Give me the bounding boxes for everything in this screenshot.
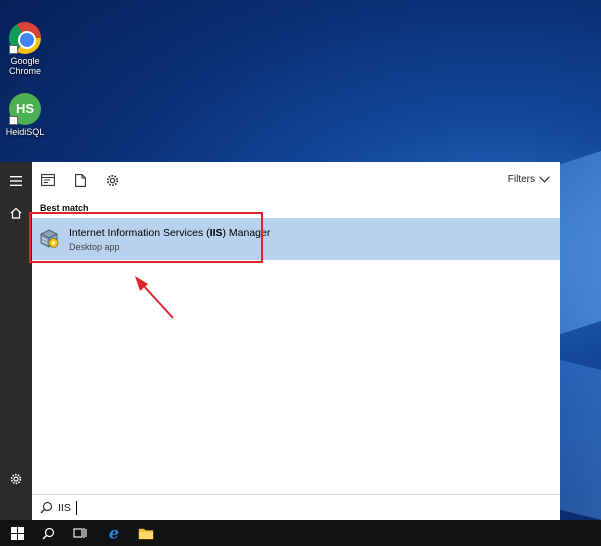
heidisql-icon: HS (9, 93, 41, 125)
apps-icon[interactable] (40, 172, 56, 188)
settings-icon[interactable] (0, 464, 32, 494)
chrome-icon (9, 22, 41, 54)
home-icon[interactable] (0, 198, 32, 228)
shortcut-arrow-icon (9, 116, 18, 125)
search-toolbar: Filters (32, 162, 560, 198)
start-menu-rail (0, 162, 32, 520)
search-box[interactable]: IIS (32, 494, 560, 520)
filters-label: Filters (507, 174, 535, 185)
search-icon[interactable] (32, 520, 64, 546)
desktop-icon-label: Google (10, 56, 40, 66)
annotation-highlight-box (29, 212, 263, 263)
filters-dropdown[interactable]: Filters (508, 174, 550, 185)
desktop-icon-chrome[interactable]: Google Chrome (2, 22, 48, 76)
desktop-icon-label: HeidiSQL (5, 127, 45, 137)
shortcut-arrow-icon (9, 45, 18, 54)
search-icon (40, 501, 53, 514)
desktop-icon-label: Chrome (8, 66, 41, 76)
edge-icon[interactable]: e (98, 520, 130, 546)
desktop-icon-heidisql[interactable]: HS HeidiSQL (2, 93, 48, 137)
chevron-down-icon (539, 176, 550, 183)
search-query: IIS (58, 502, 71, 514)
file-explorer-icon[interactable] (130, 520, 162, 546)
text-caret (76, 501, 77, 515)
hamburger-icon[interactable] (0, 166, 32, 196)
svg-text:e: e (109, 525, 119, 541)
taskbar: e (0, 520, 601, 546)
task-view-icon[interactable] (64, 520, 96, 546)
settings-icon[interactable] (104, 172, 120, 188)
documents-icon[interactable] (72, 172, 88, 188)
heidisql-logo-text: HS (15, 101, 35, 116)
start-icon[interactable] (1, 520, 33, 546)
